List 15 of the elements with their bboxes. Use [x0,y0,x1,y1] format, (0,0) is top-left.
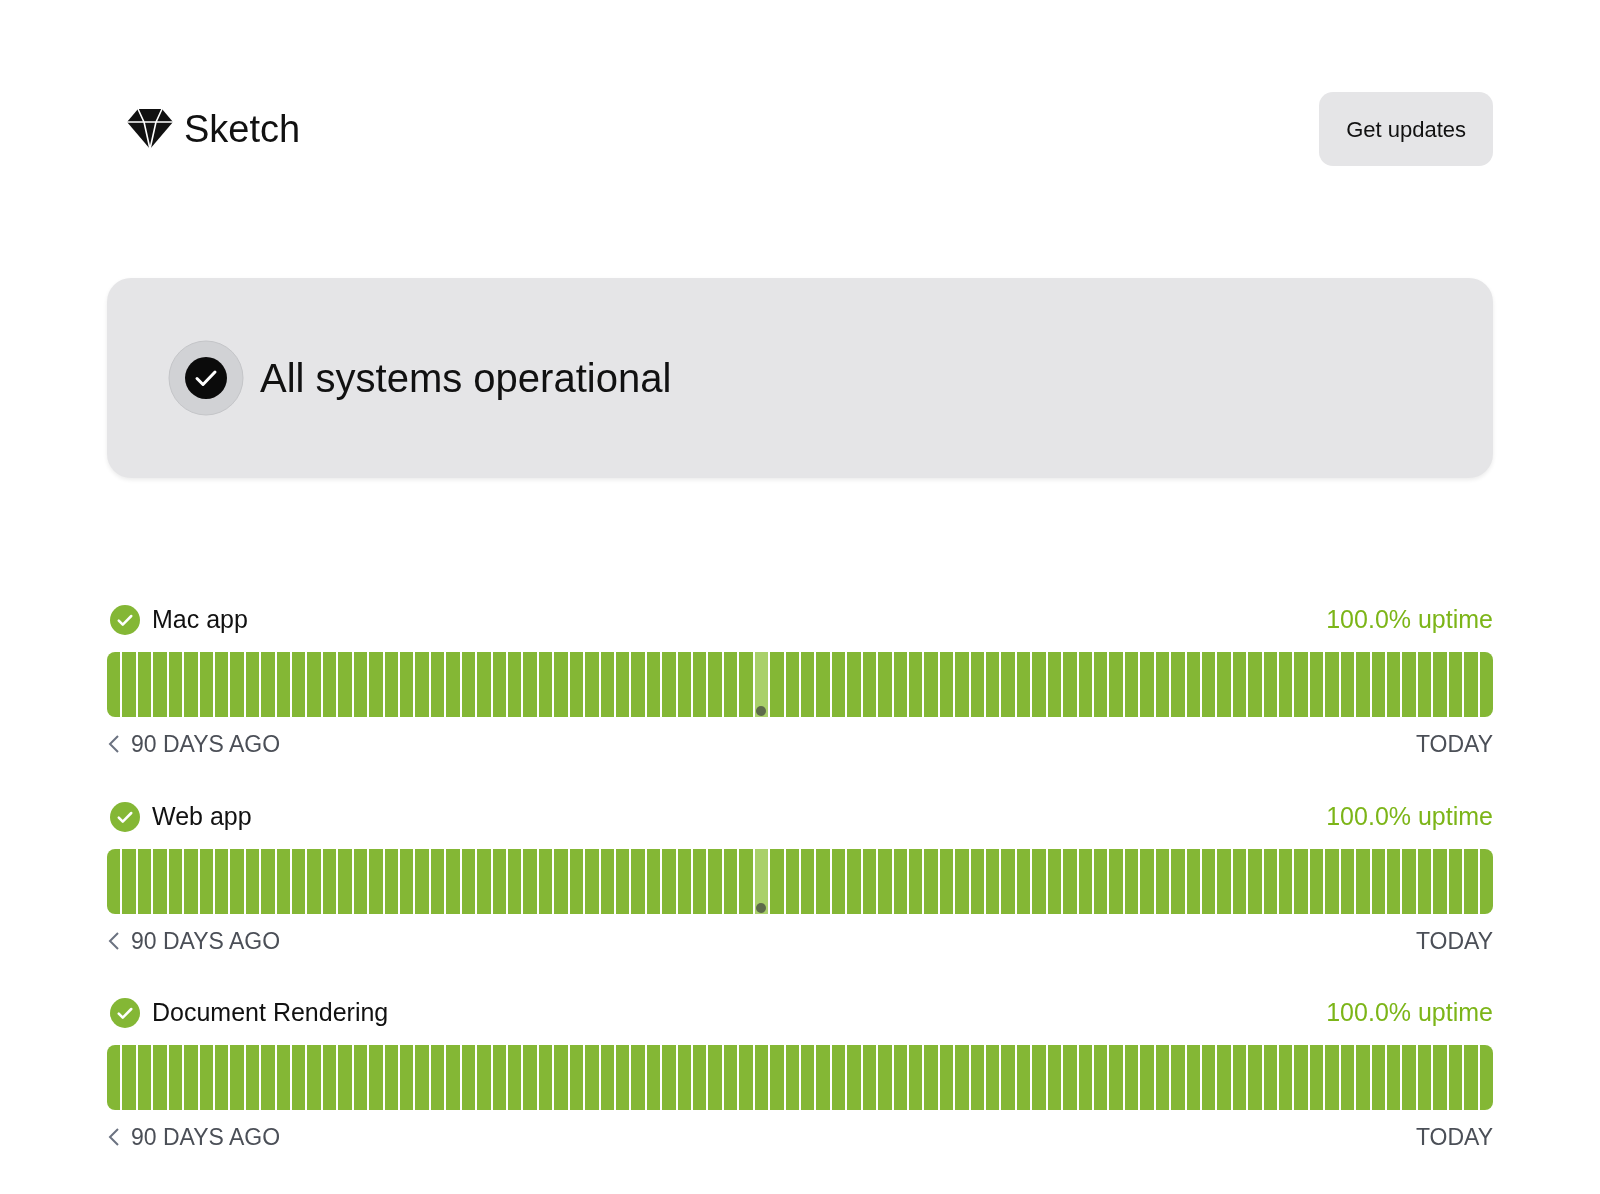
get-updates-button[interactable]: Get updates [1319,92,1493,166]
range-end-label: TODAY [1415,730,1493,759]
range-end-label: TODAY [1415,926,1493,956]
range-start-label: 90 DAYS AGO [131,1123,281,1152]
service-name: Document Rendering [152,997,389,1029]
range-start-label: 90 DAYS AGO [131,730,281,759]
range-start-label: 90 DAYS AGO [131,926,281,956]
service-name: Web app [152,800,252,832]
uptime-text: 100.0% uptime [1326,604,1493,636]
range-end-label: TODAY [1415,1123,1493,1152]
uptime-text: 100.0% uptime [1326,997,1493,1029]
logo-text: Sketch [184,106,301,152]
status-title: All systems operational [260,355,672,402]
service-name: Mac app [152,604,248,636]
uptime-text: 100.0% uptime [1326,800,1493,832]
